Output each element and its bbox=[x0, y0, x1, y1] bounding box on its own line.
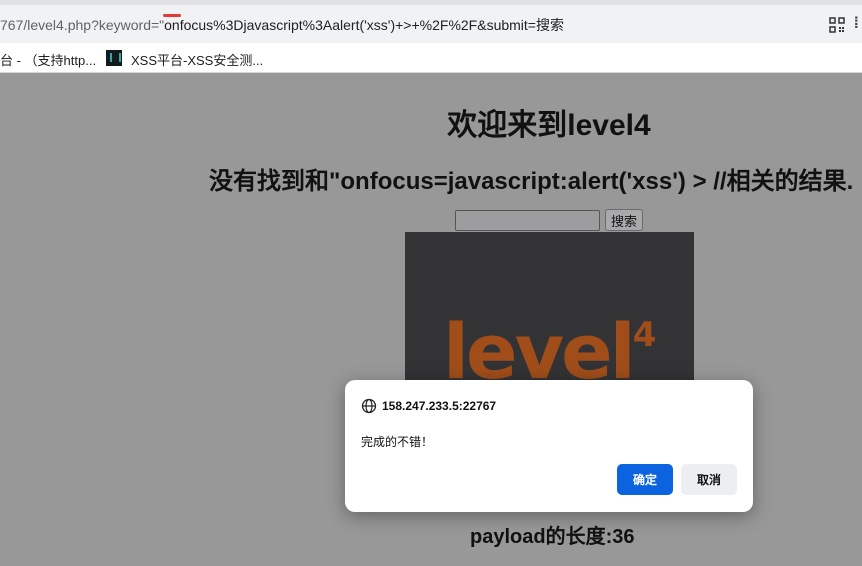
search-input[interactable] bbox=[455, 210, 600, 231]
alert-dialog: 158.247.233.5:22767 完成的不错！ 确定 取消 bbox=[345, 380, 753, 512]
payload-length: payload的长度:36 bbox=[470, 526, 635, 548]
more-icon[interactable]: ⁞ bbox=[854, 15, 859, 33]
url-marker bbox=[163, 14, 181, 17]
level-logo: level4 bbox=[443, 307, 657, 383]
globe-icon bbox=[361, 398, 377, 414]
xss-platform-icon bbox=[106, 50, 122, 66]
url-prefix: 767/level4.php?keyword=" bbox=[0, 17, 165, 33]
qr-code-icon[interactable] bbox=[829, 17, 845, 33]
cancel-button[interactable]: 取消 bbox=[681, 464, 737, 495]
confirm-button[interactable]: 确定 bbox=[617, 464, 673, 495]
url-query: onfocus%3Djavascript%3Aalert('xss')+>+%2… bbox=[164, 17, 564, 33]
search-result-text: 没有找到和"onfocus=javascript:alert('xss') > … bbox=[209, 168, 854, 195]
bookmarks-bar: 台 - （支持http... XSS平台-XSS安全测... bbox=[0, 43, 862, 73]
level-image: level4 bbox=[405, 232, 694, 382]
url-text[interactable]: 767/level4.php?keyword="onfocus%3Djavasc… bbox=[0, 15, 564, 35]
search-button[interactable]: 搜索 bbox=[605, 209, 643, 231]
page-title: 欢迎来到level4 bbox=[447, 109, 651, 142]
dialog-origin: 158.247.233.5:22767 bbox=[382, 399, 497, 413]
dialog-message: 完成的不错！ bbox=[361, 435, 434, 449]
address-bar[interactable]: 767/level4.php?keyword="onfocus%3Djavasc… bbox=[0, 5, 862, 43]
bookmark-item-2[interactable]: XSS平台-XSS安全测... bbox=[131, 50, 263, 69]
bookmark-item-1[interactable]: 台 - （支持http... bbox=[0, 50, 96, 69]
level-logo-number: 4 bbox=[632, 315, 657, 355]
